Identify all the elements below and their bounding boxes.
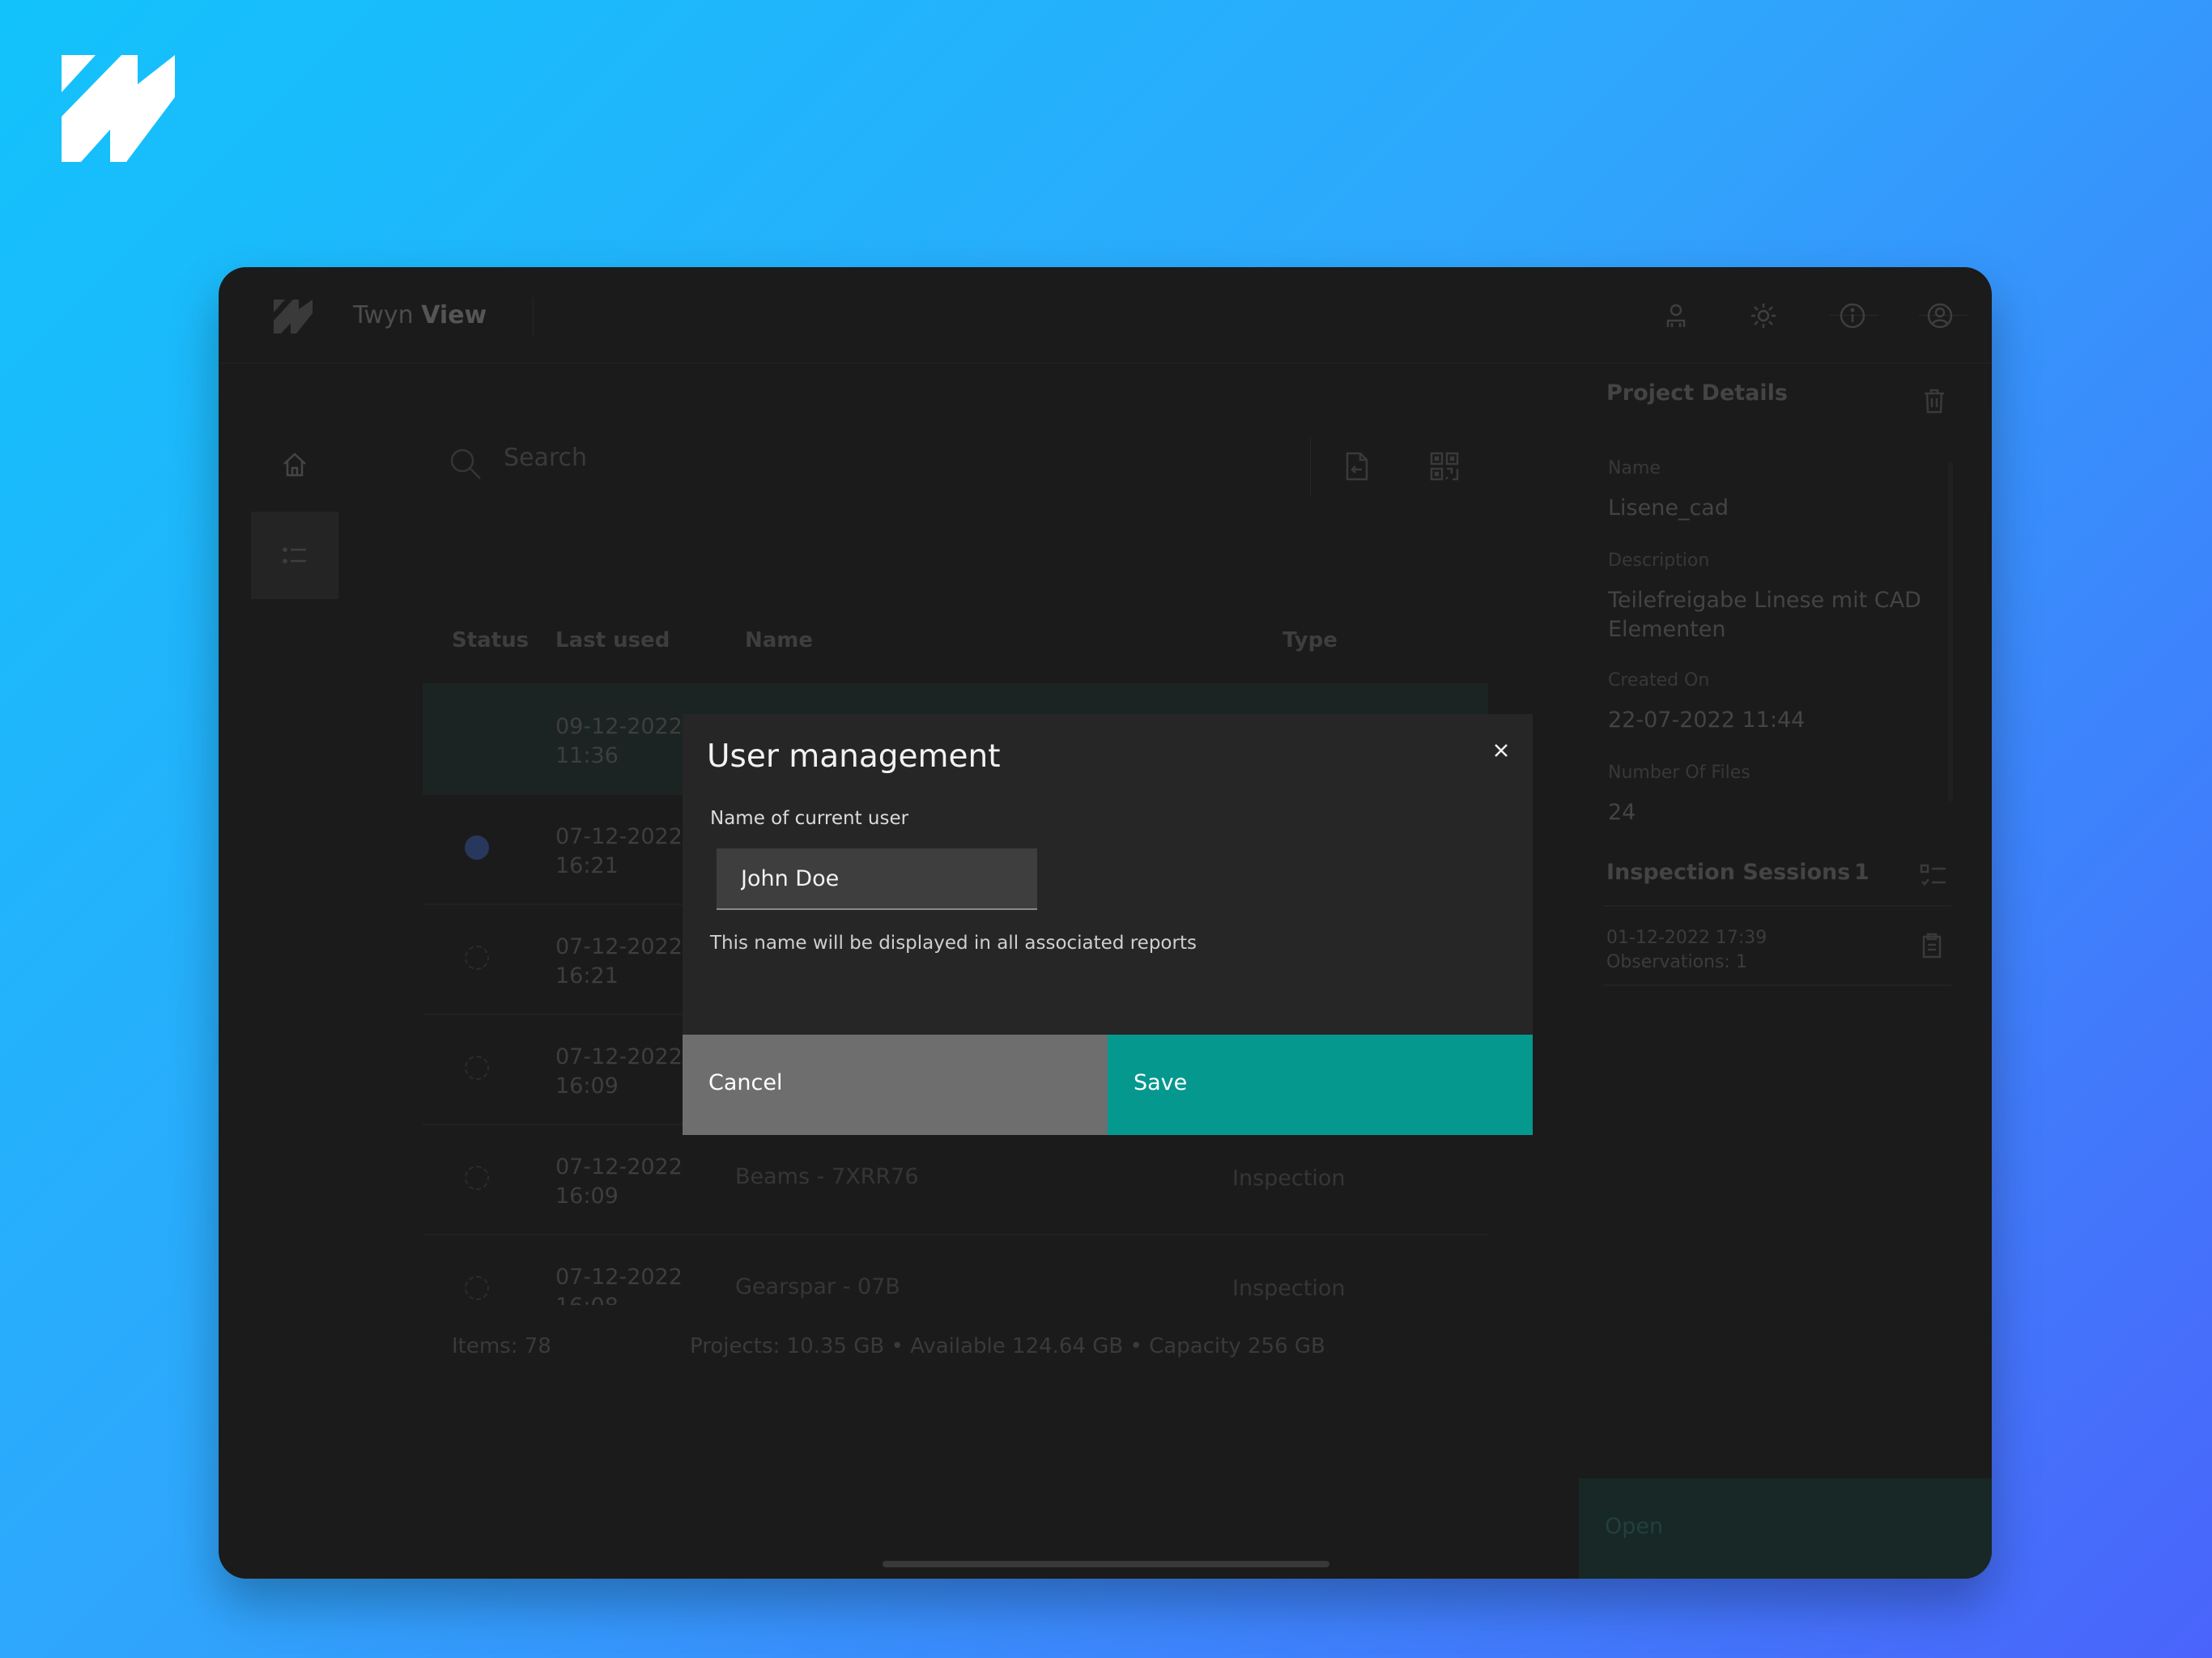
session-date: 01-12-2022 17:39 bbox=[1606, 928, 1767, 948]
row-last-used: 07-12-2022 16:08 bbox=[555, 1265, 683, 1305]
save-button[interactable]: Save bbox=[1108, 1035, 1533, 1135]
session-observations: Observations: 1 bbox=[1606, 952, 1747, 972]
panel-scrollbar[interactable] bbox=[1948, 461, 1953, 801]
info-icon[interactable] bbox=[1838, 301, 1867, 330]
dialog-title: User management bbox=[707, 738, 1001, 775]
name-value: Lisene_cad bbox=[1608, 495, 1729, 521]
save-button-label: Save bbox=[1134, 1070, 1188, 1095]
person-icon[interactable] bbox=[1661, 301, 1691, 330]
number-of-files-value: 24 bbox=[1608, 800, 1636, 825]
created-on-value: 22-07-2022 11:44 bbox=[1608, 708, 1806, 733]
user-name-helper: This name will be displayed in all assoc… bbox=[710, 933, 1197, 954]
cancel-button-label: Cancel bbox=[708, 1070, 783, 1095]
brand-logo bbox=[62, 55, 175, 162]
cancel-button[interactable]: Cancel bbox=[683, 1035, 1108, 1135]
status-dot bbox=[465, 1276, 489, 1300]
row-type: Inspection bbox=[1232, 1276, 1346, 1301]
row-last-used: 07-12-2022 16:09 bbox=[555, 1044, 683, 1099]
user-name-label: Name of current user bbox=[710, 808, 909, 829]
number-of-files-label: Number Of Files bbox=[1608, 763, 1750, 783]
row-name: Beams - 7XRR76 bbox=[735, 1164, 919, 1189]
tablet-screen: Twyn View Search Status Last used Name T… bbox=[219, 267, 1992, 1579]
row-last-used: 07-12-2022 16:21 bbox=[555, 934, 683, 988]
clipboard-icon[interactable] bbox=[1919, 933, 1945, 959]
name-label: Name bbox=[1608, 458, 1661, 478]
row-name: Gearspar - 07B bbox=[735, 1274, 900, 1299]
session-list-item[interactable]: 01-12-2022 17:39 Observations: 1 bbox=[1603, 905, 1951, 986]
status-dot bbox=[465, 1056, 489, 1080]
row-last-used: 09-12-2022 11:36 bbox=[555, 714, 683, 768]
account-icon[interactable] bbox=[1925, 301, 1955, 330]
status-dot bbox=[465, 946, 489, 970]
open-button-label: Open bbox=[1605, 1514, 1664, 1539]
home-indicator[interactable] bbox=[883, 1561, 1329, 1567]
row-last-used: 07-12-2022 16:21 bbox=[555, 824, 683, 878]
table-row[interactable]: 07-12-2022 16:09 Beams - 7XRR76 Inspecti… bbox=[423, 1124, 1488, 1235]
inspection-sessions-count: 1 bbox=[1854, 860, 1870, 885]
checklist-icon[interactable] bbox=[1919, 861, 1948, 891]
row-type: Inspection bbox=[1232, 1166, 1346, 1191]
user-name-input[interactable] bbox=[717, 848, 1037, 910]
close-icon[interactable] bbox=[1492, 742, 1510, 759]
trash-icon[interactable] bbox=[1921, 387, 1948, 414]
status-dot bbox=[465, 1166, 489, 1190]
items-count: Items: 78 bbox=[452, 1334, 551, 1358]
gear-icon[interactable] bbox=[1749, 301, 1778, 330]
table-row[interactable]: 07-12-2022 16:08 Gearspar - 07B Inspecti… bbox=[423, 1234, 1488, 1305]
inspection-sessions-title: Inspection Sessions bbox=[1606, 860, 1851, 885]
status-dot bbox=[465, 835, 489, 860]
user-management-dialog: User management Name of current user Thi… bbox=[683, 714, 1533, 1135]
description-label: Description bbox=[1608, 551, 1710, 571]
row-last-used: 07-12-2022 16:09 bbox=[555, 1154, 683, 1209]
created-on-label: Created On bbox=[1608, 670, 1710, 691]
storage-info: Projects: 10.35 GB • Available 124.64 GB… bbox=[690, 1334, 1325, 1358]
project-details-title: Project Details bbox=[1606, 380, 1788, 406]
description-value: Teilefreigabe Linese mit CAD Elementen bbox=[1608, 588, 1921, 642]
